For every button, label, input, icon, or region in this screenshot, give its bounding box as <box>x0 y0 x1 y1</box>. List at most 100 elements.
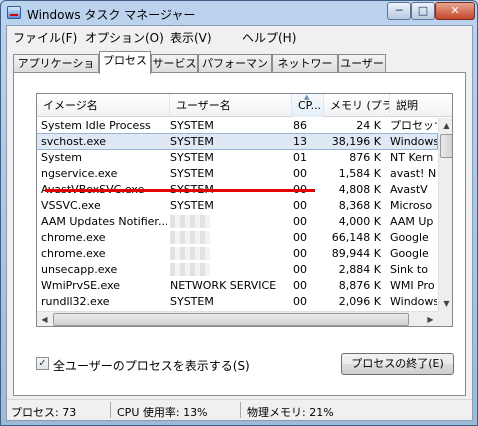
vertical-scrollbar[interactable]: ▲ ▼ <box>438 118 452 311</box>
process-name-cell: System Idle Process <box>41 119 151 132</box>
scroll-right-icon[interactable]: ▶ <box>423 312 438 326</box>
process-user-cell: SYSTEM <box>170 167 214 180</box>
tab-users[interactable]: ユーザー <box>338 54 386 73</box>
process-cpu-cell: 00 <box>293 199 307 212</box>
sort-ascending-icon: ▲ <box>304 94 310 101</box>
title-bar[interactable]: Windows タスク マネージャー ─ □ ✕ <box>1 1 477 25</box>
end-process-button[interactable]: プロセスの終了(E) <box>341 353 454 375</box>
status-divider <box>110 402 111 418</box>
column-cpu-label: CP... <box>298 99 322 112</box>
process-name-cell: WmiPrvSE.exe <box>41 279 121 292</box>
process-row[interactable]: System SYSTEM 01 876 K NT Kern <box>37 150 437 165</box>
tab-performance[interactable]: パフォーマンス <box>198 54 272 87</box>
process-description-cell: Windows <box>390 326 437 327</box>
menu-view[interactable]: 表示(V) <box>170 29 212 46</box>
process-user-cell: SYSTEM <box>170 119 214 132</box>
process-row[interactable]: chrome.exe 00 89,944 K Google <box>37 246 437 261</box>
process-cpu-cell: 00 <box>293 279 307 292</box>
status-bar: プロセス: 73 CPU 使用率: 13% 物理メモリ: 21% <box>7 399 472 420</box>
process-cpu-cell: 00 <box>293 263 307 276</box>
process-name-cell: chrome.exe <box>41 231 106 244</box>
process-memory-cell: 4,808 K <box>338 183 381 196</box>
process-name-cell: AAM Updates Notifier.... <box>41 215 167 228</box>
menu-file[interactable]: ファイル(F) <box>13 29 77 46</box>
process-row[interactable]: svchost.exe SYSTEM 13 38,196 K Windows <box>37 133 438 150</box>
process-name-cell: wmpnetwk.exe <box>41 326 167 327</box>
column-image-name[interactable]: イメージ名 <box>37 94 170 117</box>
process-description-cell: Microso <box>390 199 433 212</box>
scrollbar-corner <box>438 311 452 326</box>
task-manager-window: Windows タスク マネージャー ─ □ ✕ ファイル(F) オプション(O… <box>0 0 478 426</box>
process-name-cell: svchost.exe <box>41 135 107 148</box>
column-description[interactable]: 説明 <box>390 94 452 117</box>
scroll-up-icon[interactable]: ▲ <box>439 118 452 133</box>
process-user-cell: SYSTEM <box>170 295 214 308</box>
process-list[interactable]: イメージ名 ユーザー名 ▲ CP... メモリ (プラ... 説明 System… <box>36 93 453 327</box>
process-user-cell: SYSTEM <box>170 199 214 212</box>
process-user-cell: SYSTEM <box>170 135 214 148</box>
process-description-cell: Windows <box>390 295 437 308</box>
tab-processes[interactable]: プロセス <box>99 51 151 74</box>
maximize-button[interactable]: □ <box>411 2 435 20</box>
horizontal-scrollbar[interactable]: ◀ ▶ <box>37 311 438 326</box>
process-name-cell: ngservice.exe <box>41 167 118 180</box>
process-row[interactable]: WmiPrvSE.exe NETWORK SERVICE 00 8,876 K WMI … <box>37 278 437 293</box>
process-row[interactable]: wmpnetwk.exeNETWORK SERVICE 005,648 K Wind… <box>37 326 437 327</box>
process-description-cell: プロセッサ <box>390 119 437 132</box>
redacted-user-mosaic <box>170 247 210 260</box>
process-memory-cell: 24 K <box>356 119 381 132</box>
process-memory-cell: 66,148 K <box>331 231 381 244</box>
process-description-cell: WMI Pro <box>390 279 435 292</box>
process-row[interactable]: System Idle Process SYSTEM 86 24 K プロセッサ <box>37 118 437 133</box>
process-row[interactable]: ngservice.exe SYSTEM 00 1,584 K avast! N <box>37 166 437 181</box>
process-row[interactable]: rundll32.exe SYSTEM 00 2,096 K Windows <box>37 294 437 309</box>
process-name-cell: unsecapp.exe <box>41 263 118 276</box>
process-cpu-cell: 00 <box>293 295 307 308</box>
process-memory-cell: 1,584 K <box>338 167 381 180</box>
highlight-underline <box>45 189 315 192</box>
process-cpu-cell: 00 <box>293 231 307 244</box>
tab-strip: アプリケーション プロセス サービス パフォーマンス ネットワーク ユーザー <box>13 51 468 87</box>
process-cpu-cell: 00 <box>293 167 307 180</box>
process-description-cell: Google <box>390 231 429 244</box>
process-row[interactable]: unsecapp.exe 00 2,884 K Sink to <box>37 262 437 277</box>
column-cpu[interactable]: ▲ CP... <box>292 94 324 117</box>
scroll-left-icon[interactable]: ◀ <box>37 312 52 326</box>
column-header-row: イメージ名 ユーザー名 ▲ CP... メモリ (プラ... 説明 <box>37 94 452 117</box>
window-title: Windows タスク マネージャー <box>27 8 196 22</box>
processes-panel: イメージ名 ユーザー名 ▲ CP... メモリ (プラ... 説明 System… <box>13 72 466 396</box>
column-memory[interactable]: メモリ (プラ... <box>324 94 390 117</box>
process-memory-cell: 4,000 K <box>338 215 381 228</box>
tab-services[interactable]: サービス <box>151 54 198 73</box>
column-user-name[interactable]: ユーザー名 <box>170 94 292 117</box>
tab-applications[interactable]: アプリケーション <box>13 54 99 87</box>
menu-options[interactable]: オプション(O) <box>85 29 164 46</box>
process-memory-cell: 38,196 K <box>331 135 381 148</box>
process-row[interactable]: chrome.exe 00 66,148 K Google <box>37 230 437 245</box>
process-row[interactable]: AAM Updates Notifier.... 00 4,000 K AAM Up <box>37 214 437 229</box>
minimize-button[interactable]: ─ <box>387 2 411 20</box>
process-user-cell: SYSTEM <box>170 151 214 164</box>
show-all-users-label[interactable]: 全ユーザーのプロセスを表示する(S) <box>53 357 250 374</box>
vertical-scroll-thumb[interactable] <box>440 134 452 158</box>
process-description-cell: Windows <box>390 135 437 148</box>
task-manager-icon <box>7 6 21 19</box>
process-user-cell: NETWORK SERVICE <box>170 279 277 292</box>
process-memory-cell: 8,876 K <box>338 279 381 292</box>
menu-help[interactable]: ヘルプ(H) <box>242 29 296 46</box>
scroll-down-icon[interactable]: ▼ <box>439 296 452 311</box>
process-memory-cell: 876 K <box>349 151 381 164</box>
process-cpu-cell: 86 <box>293 119 307 132</box>
process-description-cell: Sink to <box>390 263 428 276</box>
process-description-cell: NT Kern <box>390 151 434 164</box>
process-row[interactable]: VSSVC.exe SYSTEM 00 8,368 K Microso <box>37 198 437 213</box>
show-all-users-checkbox[interactable]: ✓ <box>36 357 49 370</box>
process-description-cell: AAM Up <box>390 215 434 228</box>
tab-networking[interactable]: ネットワーク <box>272 54 338 87</box>
close-button[interactable]: ✕ <box>435 2 475 20</box>
process-memory-cell: 89,944 K <box>331 247 381 260</box>
horizontal-scroll-thumb[interactable] <box>53 313 409 326</box>
process-user-cell: NETWORK SERVICE <box>170 326 288 327</box>
status-process-count: プロセス: 73 <box>11 406 77 419</box>
process-description-cell: Google <box>390 247 429 260</box>
